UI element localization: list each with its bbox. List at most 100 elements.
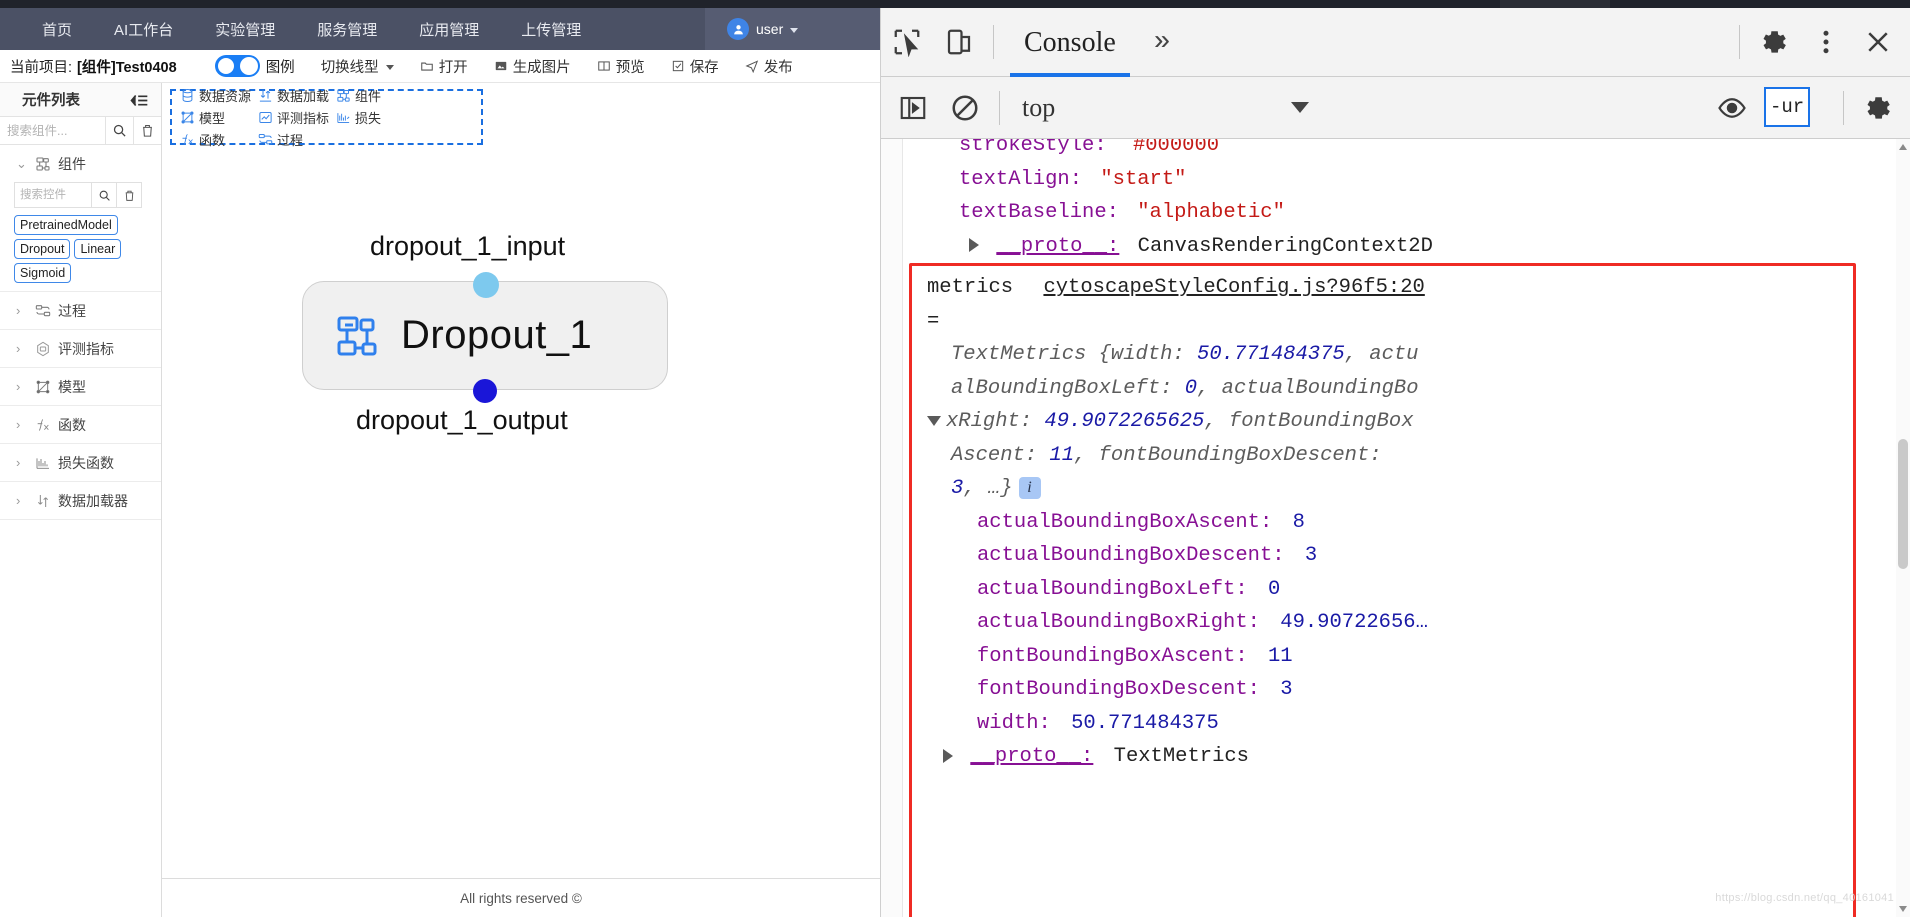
gear-icon[interactable] (1748, 16, 1800, 68)
legend-toggle[interactable] (214, 55, 260, 77)
sidebar-node-loss: › 损失函数 (0, 444, 161, 482)
sidebar-node-process-header[interactable]: › 过程 (0, 292, 161, 329)
line-type-dropdown[interactable]: 切换线型 (321, 56, 394, 77)
sidebar-header: 元件列表 (0, 83, 161, 117)
console-output[interactable]: strokeStyle: #000000 textAlign: "start" … (881, 139, 1910, 917)
node-output-port[interactable] (473, 379, 497, 403)
save-button[interactable]: 保存 (671, 56, 719, 77)
graph-canvas[interactable]: 数据资源 数据加载 组件 模型 评测指标 损失 函数 过程 dropout_1_… (162, 83, 880, 917)
execution-context-select[interactable]: top (1022, 93, 1055, 123)
sidebar-node-function-header[interactable]: › 函数 (0, 406, 161, 443)
sidebar-node-metric-header[interactable]: › 评测指标 (0, 330, 161, 367)
sidebar-node-metric: › 评测指标 (0, 330, 161, 368)
search-icon[interactable] (105, 117, 133, 144)
chip-pretrainedmodel[interactable]: PretrainedModel (14, 215, 118, 235)
publish-label: 发布 (763, 59, 793, 76)
search-icon[interactable] (91, 183, 116, 207)
collapse-panel-icon[interactable] (129, 93, 149, 107)
scroll-down-arrow-icon[interactable] (1897, 903, 1909, 915)
clear-console-icon[interactable] (939, 82, 991, 134)
nav-item-application[interactable]: 应用管理 (419, 19, 479, 40)
live-expression-icon[interactable] (1706, 82, 1758, 134)
property-value: TextMetrics (1113, 745, 1249, 768)
metrics-property-list: actualBoundingBoxAscent: 8 actualBoundin… (927, 506, 1840, 774)
sidebar-node-function-label: 函数 (58, 416, 86, 433)
palette-item-loss[interactable]: 损失 (336, 108, 414, 127)
property-name: actualBoundingBoxAscent: (977, 510, 1273, 534)
nav-item-ai-workbench[interactable]: AI工作台 (114, 19, 173, 40)
preview-button[interactable]: 预览 (597, 56, 645, 77)
sidebar-node-component: ⌄ 组件 搜索控件 PretrainedModel Dropout Linear… (0, 145, 161, 292)
summary-value: 50.771484375 (1197, 343, 1345, 366)
console-filter-bar: top (881, 77, 1910, 139)
user-menu[interactable]: user (705, 8, 880, 50)
property-name: fontBoundingBoxAscent: (977, 644, 1248, 668)
chip-dropout[interactable]: Dropout (14, 239, 71, 259)
web-application: 首页 AI工作台 实验管理 服务管理 应用管理 上传管理 user 当前项目: … (0, 8, 880, 917)
device-toolbar-icon[interactable] (933, 16, 985, 68)
trash-icon[interactable] (133, 117, 161, 144)
info-badge-icon[interactable]: i (1018, 476, 1041, 499)
open-button[interactable]: 打开 (420, 56, 468, 77)
palette-item-function[interactable]: 函数 (180, 130, 258, 149)
send-icon (745, 60, 758, 73)
scrollbar-thumb[interactable] (1898, 439, 1908, 569)
node-input-port[interactable] (473, 272, 499, 298)
collapse-triangle-icon[interactable] (927, 415, 941, 426)
search-input[interactable] (0, 117, 105, 144)
inspect-cursor-icon[interactable] (881, 16, 933, 68)
console-filter-input[interactable] (1764, 87, 1810, 127)
console-scrollbar[interactable] (1896, 139, 1910, 917)
console-sidebar-icon[interactable] (887, 82, 939, 134)
chevron-right-icon: › (16, 455, 21, 470)
palette-item-data-load[interactable]: 数据加载 (258, 86, 336, 105)
chip-linear[interactable]: Linear (74, 239, 122, 259)
loss-icon (35, 455, 51, 471)
chevron-down-icon (385, 65, 394, 70)
source-link[interactable]: cytoscapeStyleConfig.js?96f5:20 (1043, 276, 1424, 299)
sidebar-node-dataloader-label: 数据加载器 (58, 492, 128, 509)
metrics-summary-line-2: alBoundingBoxLeft: 0, actualBoundingBo (927, 372, 1840, 406)
chip-sigmoid[interactable]: Sigmoid (14, 263, 72, 283)
chevron-down-icon[interactable] (1291, 102, 1309, 113)
app-body: 元件列表 搜索组件... ⌄ 组件 搜索控件 PretrainedModel D… (0, 83, 880, 917)
palette-item-model[interactable]: 模型 (180, 108, 258, 127)
palette-item-label: 损失 (355, 110, 382, 126)
sidebar-node-dataloader-header[interactable]: › 数据加载器 (0, 482, 161, 519)
tab-console[interactable]: Console (1002, 8, 1138, 77)
metrics-summary-line-3[interactable]: xRight: 49.9072265625, fontBoundingBox (927, 405, 1840, 439)
sidebar-node-component-header[interactable]: ⌄ 组件 (0, 145, 161, 182)
chevron-right-icon: › (16, 303, 21, 318)
scroll-up-arrow-icon[interactable] (1897, 141, 1909, 153)
close-icon[interactable] (1852, 16, 1904, 68)
prop-value: "alphabetic" (1137, 201, 1285, 224)
nav-item-experiment[interactable]: 实验管理 (215, 19, 275, 40)
nav-item-home[interactable]: 首页 (42, 19, 72, 40)
palette-item-process[interactable]: 过程 (258, 130, 336, 149)
nav-item-upload[interactable]: 上传管理 (521, 19, 581, 40)
project-name: [组件]Test0408 (77, 59, 177, 76)
expand-triangle-icon[interactable] (943, 748, 953, 763)
palette-item-component[interactable]: 组件 (336, 86, 414, 105)
more-vertical-icon[interactable] (1800, 16, 1852, 68)
palette-item-metric[interactable]: 评测指标 (258, 108, 336, 127)
console-prop-proto[interactable]: __proto__: CanvasRenderingContext2D (959, 230, 1910, 264)
nav-item-service[interactable]: 服务管理 (317, 19, 377, 40)
sidebar-node-loss-header[interactable]: › 损失函数 (0, 444, 161, 481)
sidebar-node-model-header[interactable]: › 模型 (0, 368, 161, 405)
component-icon (333, 312, 381, 360)
metrics-header: metrics cytoscapeStyleConfig.js?96f5:20 (927, 271, 1840, 305)
gear-icon[interactable] (1852, 82, 1904, 134)
property-row: actualBoundingBoxAscent: 8 (927, 506, 1840, 540)
property-row-proto[interactable]: __proto__: TextMetrics (927, 740, 1840, 774)
chevron-right-icon: › (16, 379, 21, 394)
palette-item-data-resource[interactable]: 数据资源 (180, 86, 258, 105)
toolbar-divider (1739, 25, 1740, 59)
trash-icon[interactable] (116, 183, 141, 207)
chevron-double-right-icon[interactable]: » (1138, 27, 1187, 58)
property-row: actualBoundingBoxLeft: 0 (927, 573, 1840, 607)
publish-button[interactable]: 发布 (745, 56, 793, 77)
control-search-input[interactable] (15, 183, 91, 207)
generate-image-button[interactable]: 生成图片 (494, 56, 571, 77)
expand-triangle-icon[interactable] (969, 238, 979, 253)
